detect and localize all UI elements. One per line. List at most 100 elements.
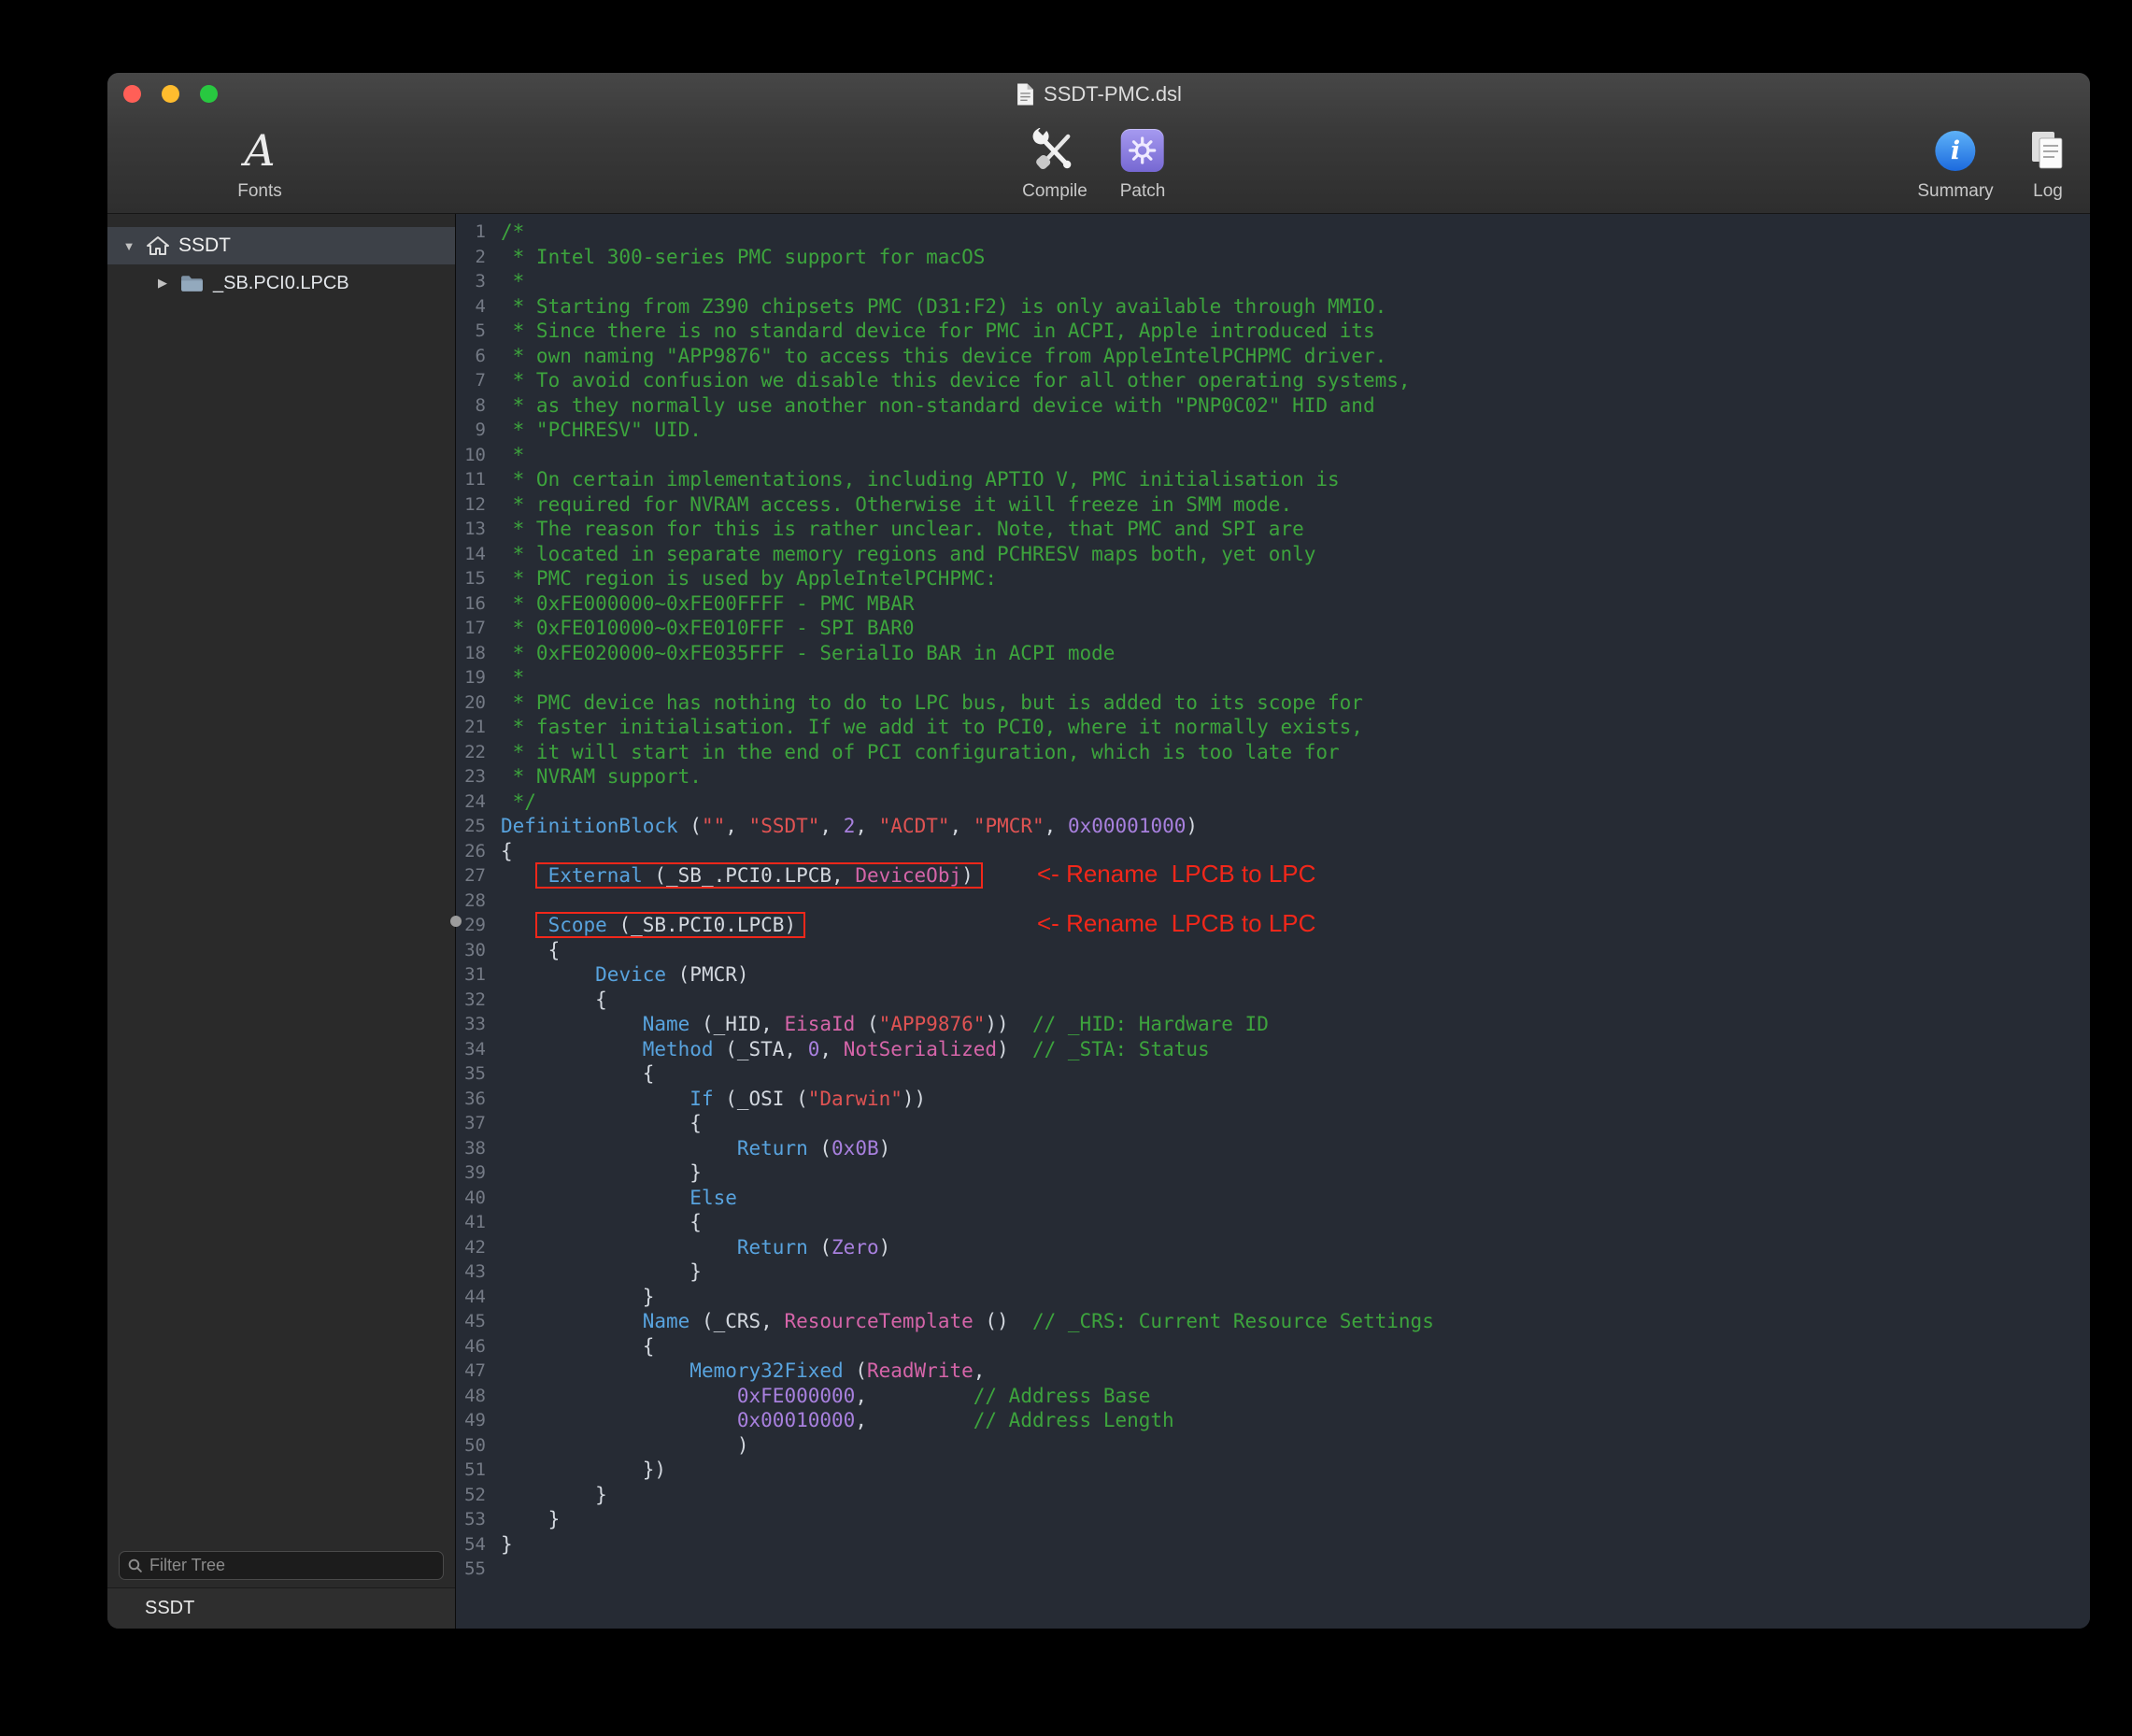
- code-line[interactable]: 43 }: [456, 1259, 2090, 1285]
- code-line[interactable]: 24 */: [456, 790, 2090, 815]
- code-line[interactable]: 22 * it will start in the end of PCI con…: [456, 740, 2090, 765]
- filter-tree-input[interactable]: [119, 1551, 444, 1580]
- code-line[interactable]: 6 * own naming "APP9876" to access this …: [456, 344, 2090, 369]
- line-number: 49: [456, 1408, 486, 1433]
- line-number: 39: [456, 1160, 486, 1186]
- code-text: * To avoid confusion we disable this dev…: [501, 368, 1411, 393]
- sidebar-item-label: _SB.PCI0.LPCB: [213, 273, 349, 294]
- code-line[interactable]: 9 * "PCHRESV" UID.: [456, 418, 2090, 443]
- code-line[interactable]: 13 * The reason for this is rather uncle…: [456, 517, 2090, 542]
- line-number: 26: [456, 839, 486, 864]
- code-line[interactable]: 53 }: [456, 1507, 2090, 1532]
- code-line[interactable]: 52 }: [456, 1483, 2090, 1508]
- line-number: 16: [456, 591, 486, 617]
- code-line[interactable]: 41 {: [456, 1210, 2090, 1235]
- code-line[interactable]: 34 Method (_STA, 0, NotSerialized) // _S…: [456, 1037, 2090, 1062]
- code-line[interactable]: 17 * 0xFE010000~0xFE010FFF - SPI BAR0: [456, 616, 2090, 641]
- code-line[interactable]: 47 Memory32Fixed (ReadWrite,: [456, 1359, 2090, 1384]
- code-line[interactable]: 29 Scope (_SB.PCI0.LPCB)<- Rename LPCB t…: [456, 913, 2090, 938]
- code-line[interactable]: 38 Return (0x0B): [456, 1136, 2090, 1161]
- code-line[interactable]: 11 * On certain implementations, includi…: [456, 467, 2090, 492]
- code-text: }: [501, 1532, 513, 1558]
- code-line[interactable]: 55: [456, 1557, 2090, 1582]
- code-line[interactable]: 44 }: [456, 1285, 2090, 1310]
- code-line[interactable]: 39 }: [456, 1160, 2090, 1186]
- code-line[interactable]: 49 0x00010000, // Address Length: [456, 1408, 2090, 1433]
- sidebar-item-sb-pci0-lpcb[interactable]: ▶ _SB.PCI0.LPCB: [107, 264, 455, 302]
- code-line[interactable]: 12 * required for NVRAM access. Otherwis…: [456, 492, 2090, 518]
- line-number: 52: [456, 1483, 486, 1508]
- line-number: 8: [456, 393, 486, 419]
- code-text: Device (PMCR): [501, 962, 749, 988]
- line-number: 11: [456, 467, 486, 492]
- code-line[interactable]: 8 * as they normally use another non-sta…: [456, 393, 2090, 419]
- code-editor[interactable]: 1/*2 * Intel 300-series PMC support for …: [456, 214, 2090, 1629]
- code-text: Name (_HID, EisaId ("APP9876")) // _HID:…: [501, 1012, 1269, 1037]
- code-line[interactable]: 21 * faster initialisation. If we add it…: [456, 715, 2090, 740]
- fonts-button[interactable]: A Fonts: [237, 121, 282, 202]
- code-line[interactable]: 18 * 0xFE020000~0xFE035FFF - SerialIo BA…: [456, 641, 2090, 666]
- code-line[interactable]: 14 * located in separate memory regions …: [456, 542, 2090, 567]
- code-line[interactable]: 5 * Since there is no standard device fo…: [456, 319, 2090, 344]
- code-text: *: [501, 443, 524, 468]
- splitter-handle[interactable]: [450, 916, 462, 927]
- code-line[interactable]: 31 Device (PMCR): [456, 962, 2090, 988]
- code-line[interactable]: 20 * PMC device has nothing to do to LPC…: [456, 690, 2090, 716]
- code-line[interactable]: 10 *: [456, 443, 2090, 468]
- code-line[interactable]: 42 Return (Zero): [456, 1235, 2090, 1260]
- line-number: 4: [456, 294, 486, 320]
- code-line[interactable]: 46 {: [456, 1334, 2090, 1359]
- compile-button[interactable]: Compile: [1022, 121, 1087, 202]
- code-text: * required for NVRAM access. Otherwise i…: [501, 492, 1292, 518]
- code-line[interactable]: 7 * To avoid confusion we disable this d…: [456, 368, 2090, 393]
- code-line[interactable]: 1/*: [456, 220, 2090, 245]
- code-line[interactable]: 54}: [456, 1532, 2090, 1558]
- code-line[interactable]: 51 }): [456, 1458, 2090, 1483]
- code-text: Name (_CRS, ResourceTemplate () // _CRS:…: [501, 1309, 1434, 1334]
- code-line[interactable]: 36 If (_OSI ("Darwin")): [456, 1087, 2090, 1112]
- log-button[interactable]: Log: [2026, 121, 2069, 202]
- code-line[interactable]: 4 * Starting from Z390 chipsets PMC (D31…: [456, 294, 2090, 320]
- line-number: 53: [456, 1507, 486, 1532]
- code-line[interactable]: 25DefinitionBlock ("", "SSDT", 2, "ACDT"…: [456, 814, 2090, 839]
- disclosure-closed-icon[interactable]: ▶: [155, 276, 170, 291]
- window-title: SSDT-PMC.dsl: [107, 79, 2090, 109]
- code-text: * Since there is no standard device for …: [501, 319, 1375, 344]
- annotation-box: External (_SB_.PCI0.LPCB, DeviceObj): [548, 864, 974, 887]
- app-window: SSDT-PMC.dsl A Fonts Compile: [107, 73, 2090, 1629]
- code-text: {: [501, 988, 607, 1013]
- code-line[interactable]: 3 *: [456, 269, 2090, 294]
- summary-label: Summary: [1917, 181, 1993, 202]
- disclosure-open-icon[interactable]: ▼: [121, 239, 136, 253]
- code-line[interactable]: 33 Name (_HID, EisaId ("APP9876")) // _H…: [456, 1012, 2090, 1037]
- code-text: }: [501, 1483, 607, 1508]
- code-text: Return (Zero): [501, 1235, 890, 1260]
- code-line[interactable]: 32 {: [456, 988, 2090, 1013]
- code-line[interactable]: 27 External (_SB_.PCI0.LPCB, DeviceObj)<…: [456, 863, 2090, 889]
- code-line[interactable]: 40 Else: [456, 1186, 2090, 1211]
- code-text: * "PCHRESV" UID.: [501, 418, 702, 443]
- code-line[interactable]: 48 0xFE000000, // Address Base: [456, 1384, 2090, 1409]
- code-lines: 1/*2 * Intel 300-series PMC support for …: [456, 220, 2090, 1582]
- sidebar-item-ssdt[interactable]: ▼ SSDT: [107, 227, 455, 264]
- code-text: 0x00010000, // Address Length: [501, 1408, 1174, 1433]
- code-line[interactable]: 37 {: [456, 1111, 2090, 1136]
- code-line[interactable]: 19 *: [456, 665, 2090, 690]
- code-line[interactable]: 2 * Intel 300-series PMC support for mac…: [456, 245, 2090, 270]
- code-line[interactable]: 15 * PMC region is used by AppleIntelPCH…: [456, 566, 2090, 591]
- code-line[interactable]: 30 {: [456, 938, 2090, 963]
- line-number: 50: [456, 1433, 486, 1459]
- line-number: 32: [456, 988, 486, 1013]
- line-number: 47: [456, 1359, 486, 1384]
- code-text: If (_OSI ("Darwin")): [501, 1087, 926, 1112]
- code-line[interactable]: 23 * NVRAM support.: [456, 764, 2090, 790]
- code-line[interactable]: 45 Name (_CRS, ResourceTemplate () // _C…: [456, 1309, 2090, 1334]
- code-text: DefinitionBlock ("", "SSDT", 2, "ACDT", …: [501, 814, 1198, 839]
- code-line[interactable]: 35 {: [456, 1061, 2090, 1087]
- document-icon: [1016, 82, 1035, 107]
- line-number: 34: [456, 1037, 486, 1062]
- code-line[interactable]: 50 ): [456, 1433, 2090, 1459]
- summary-button[interactable]: i Summary: [1917, 121, 1993, 202]
- patch-button[interactable]: Patch: [1120, 121, 1166, 202]
- code-line[interactable]: 16 * 0xFE000000~0xFE00FFFF - PMC MBAR: [456, 591, 2090, 617]
